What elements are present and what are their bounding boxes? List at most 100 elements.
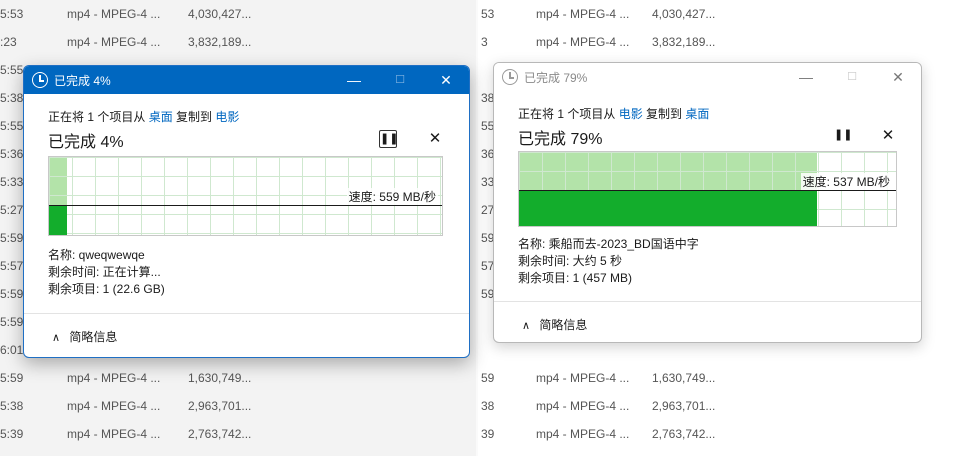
file-type: mp4 - MPEG-4 ... bbox=[67, 371, 161, 385]
current-speed-line bbox=[519, 190, 896, 191]
file-modified-time: :23 bbox=[0, 35, 17, 49]
minimize-button[interactable]: — bbox=[331, 66, 377, 94]
dialog-title: 已完成 79% bbox=[524, 71, 588, 85]
file-modified-time: 5:55 bbox=[0, 63, 24, 77]
percent-complete-title: 已完成 4% bbox=[48, 134, 124, 151]
transfer-speed-graph: 速度: 537 MB/秒 bbox=[518, 151, 897, 227]
percent-complete-title: 已完成 79% bbox=[518, 131, 603, 148]
file-size: 1,100,146... bbox=[652, 448, 715, 456]
file-row[interactable]: 39 mp4 - MPEG-4 ... 2,763,742... bbox=[477, 420, 954, 448]
speed-history-fill bbox=[519, 190, 817, 226]
file-modified-time: 5:39 bbox=[0, 427, 24, 441]
file-modified-time: 5:59 bbox=[0, 287, 24, 301]
file-modified-time: 5:33 bbox=[0, 175, 24, 189]
file-row[interactable]: 5:38 mp4 - MPEG-4 ... 2,963,701... bbox=[0, 392, 477, 420]
close-button[interactable]: ✕ bbox=[423, 66, 469, 94]
file-type: mp4 - MPEG-4 ... bbox=[67, 427, 161, 441]
transfer-speed-graph: 速度: 559 MB/秒 bbox=[48, 156, 443, 236]
file-name: 名称: qweqwewqe bbox=[48, 248, 145, 262]
file-type: mp4 - MPEG-4 ... bbox=[536, 7, 630, 21]
file-modified-time: 49 bbox=[481, 448, 494, 456]
copy-mid-text: 复制到 bbox=[172, 110, 216, 124]
dialog-titlebar[interactable]: 已完成 79% — ☐ ✕ bbox=[494, 63, 921, 91]
destination-folder-link[interactable]: 电影 bbox=[215, 110, 239, 124]
file-type: mp4 - MPEG-4 ... bbox=[536, 371, 630, 385]
file-size: 1,630,749... bbox=[188, 371, 252, 385]
file-modified-time: 5:36 bbox=[0, 147, 24, 161]
file-modified-time: 5:59 bbox=[0, 371, 24, 385]
file-modified-time: 3 bbox=[481, 35, 488, 49]
file-row[interactable]: 5:39 mp4 - MPEG-4 ... 2,763,742... bbox=[0, 420, 477, 448]
file-type: mp4 - MPEG-4 ... bbox=[67, 35, 161, 49]
pause-button[interactable]: ❚❚ bbox=[834, 127, 852, 145]
file-modified-time: 5:38 bbox=[0, 91, 24, 105]
file-row[interactable]: 3 mp4 - MPEG-4 ... 3,832,189... bbox=[477, 28, 954, 56]
file-modified-time: 5:57 bbox=[0, 259, 24, 273]
file-size: 2,963,701... bbox=[188, 399, 252, 413]
file-size: 2,763,742... bbox=[652, 427, 716, 441]
file-size: 2,963,701... bbox=[652, 399, 716, 413]
close-button[interactable]: ✕ bbox=[875, 63, 921, 91]
pause-button[interactable]: ❚❚ bbox=[379, 130, 398, 148]
copy-description: 正在将 1 个项目从 电影 复制到 桌面 bbox=[518, 105, 709, 122]
file-size: 1,630,749... bbox=[652, 371, 716, 385]
time-remaining: 剩余时间: 正在计算... bbox=[48, 265, 161, 279]
fewer-details-toggle[interactable]: ∧ 简略信息 bbox=[522, 316, 587, 333]
copy-mid-text: 复制到 bbox=[642, 107, 686, 121]
transfer-details: 名称: qweqwewqe 剩余时间: 正在计算... 剩余项目: 1 (22.… bbox=[48, 247, 165, 298]
file-row[interactable]: 5:53 mp4 - MPEG-4 ... 4,030,427... bbox=[0, 0, 477, 28]
minimize-button[interactable]: — bbox=[783, 63, 829, 91]
file-type: mp4 - MPEG-4 ... bbox=[536, 399, 630, 413]
destination-folder-link[interactable]: 桌面 bbox=[685, 107, 709, 121]
items-remaining: 剩余项目: 1 (22.6 GB) bbox=[48, 282, 165, 296]
fewer-details-label: 简略信息 bbox=[69, 330, 118, 344]
file-row[interactable]: 59 mp4 - MPEG-4 ... 1,630,749... bbox=[477, 364, 954, 392]
file-modified-time: 5:59 bbox=[0, 231, 24, 245]
file-row[interactable]: 38 mp4 - MPEG-4 ... 2,963,701... bbox=[477, 392, 954, 420]
file-type: mp4 - MPEG-4 ... bbox=[67, 7, 161, 21]
clock-icon bbox=[502, 69, 518, 85]
file-row[interactable]: 53 mp4 - MPEG-4 ... 4,030,427... bbox=[477, 0, 954, 28]
file-type: mp4 - MPEG-4 ... bbox=[536, 448, 629, 456]
items-remaining: 剩余项目: 1 (457 MB) bbox=[518, 271, 633, 285]
fewer-details-toggle[interactable]: ∧ 简略信息 bbox=[52, 328, 117, 345]
file-row[interactable]: 5:59 mp4 - MPEG-4 ... 1,630,749... bbox=[0, 364, 477, 392]
fewer-details-label: 简略信息 bbox=[539, 318, 588, 332]
file-row[interactable]: :23 mp4 - MPEG-4 ... 3,832,189... bbox=[0, 28, 477, 56]
file-row[interactable]: 49 mp4 - MPEG-4 ... 1,100,146... bbox=[477, 448, 954, 456]
dialog-footer: ∧ 简略信息 bbox=[24, 313, 469, 357]
copy-dialog-inactive[interactable]: 已完成 79% — ☐ ✕ 正在将 1 个项目从 电影 复制到 桌面 已完成 7… bbox=[493, 62, 922, 343]
speed-history-fill bbox=[49, 205, 67, 235]
file-type: mp4 - MPEG-4 ... bbox=[536, 35, 630, 49]
cancel-button[interactable]: ✕ bbox=[426, 130, 444, 148]
file-modified-time: 38 bbox=[481, 399, 495, 413]
dialog-footer: ∧ 简略信息 bbox=[494, 301, 921, 342]
cancel-button[interactable]: ✕ bbox=[879, 127, 897, 145]
file-modified-time: 53 bbox=[481, 7, 495, 21]
copy-prefix-text: 正在将 1 个项目从 bbox=[518, 107, 619, 121]
file-modified-time: 5:53 bbox=[0, 7, 24, 21]
dialog-titlebar[interactable]: 已完成 4% — ☐ ✕ bbox=[24, 66, 469, 94]
file-size: 2,763,742... bbox=[188, 427, 252, 441]
dialog-title: 已完成 4% bbox=[54, 74, 111, 88]
file-name: 名称: 乘船而去-2023_BD国语中字 bbox=[518, 237, 699, 251]
chevron-up-icon: ∧ bbox=[52, 332, 61, 344]
file-size: 4,030,427... bbox=[188, 7, 252, 21]
file-modified-time: 5:55 bbox=[0, 119, 24, 133]
copy-prefix-text: 正在将 1 个项目从 bbox=[48, 110, 149, 124]
speed-label: 速度: 559 MB/秒 bbox=[346, 188, 438, 205]
copy-description: 正在将 1 个项目从 桌面 复制到 电影 bbox=[48, 108, 239, 125]
time-remaining: 剩余时间: 大约 5 秒 bbox=[518, 254, 623, 268]
file-size: 3,832,189... bbox=[652, 35, 716, 49]
file-modified-time: 5:27 bbox=[0, 203, 24, 217]
transfer-details: 名称: 乘船而去-2023_BD国语中字 剩余时间: 大约 5 秒 剩余项目: … bbox=[518, 236, 699, 287]
file-size: 3,832,189... bbox=[188, 35, 252, 49]
current-speed-line bbox=[49, 205, 442, 206]
chevron-up-icon: ∧ bbox=[522, 320, 531, 332]
file-modified-time: 5:38 bbox=[0, 399, 24, 413]
source-folder-link[interactable]: 电影 bbox=[619, 107, 643, 121]
source-folder-link[interactable]: 桌面 bbox=[149, 110, 173, 124]
copy-dialog-active[interactable]: 已完成 4% — ☐ ✕ 正在将 1 个项目从 桌面 复制到 电影 已完成 4%… bbox=[23, 65, 470, 358]
file-size: 4,030,427... bbox=[652, 7, 716, 21]
file-modified-time: 5:59 bbox=[0, 315, 24, 329]
